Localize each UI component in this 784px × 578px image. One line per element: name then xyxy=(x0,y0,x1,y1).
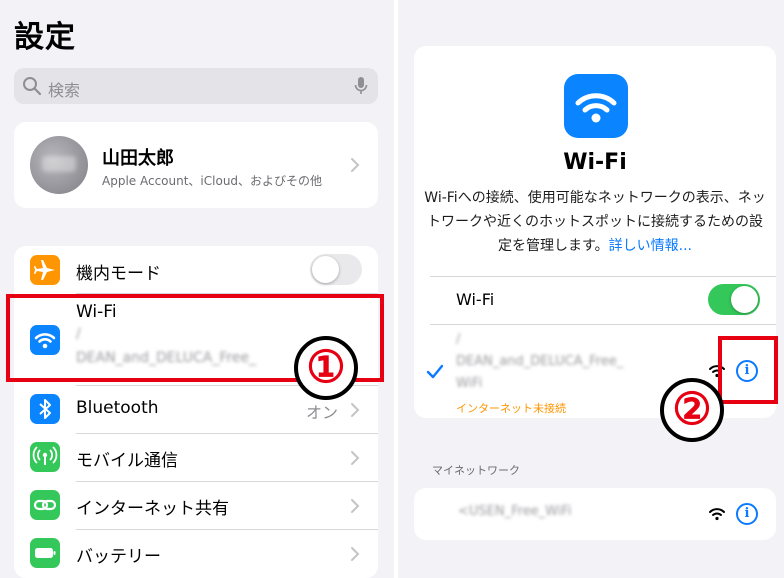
annotation-marker: ② xyxy=(660,378,724,442)
settings-item-hotspot[interactable]: インターネット共有 xyxy=(14,482,378,530)
wifi-description: Wi-Fiへの接続、使用可能なネットワークの表示、ネットワークや近くのホットスポ… xyxy=(424,186,766,258)
connection-status: インターネット未接続 xyxy=(456,402,566,415)
checkmark-icon xyxy=(426,364,444,379)
bluetooth-status: オン xyxy=(306,403,339,422)
account-name: 山田太郎 xyxy=(102,148,174,169)
chevron-right-icon xyxy=(351,158,360,172)
settings-item-label: インターネット共有 xyxy=(76,499,229,519)
section-header: マイネットワーク xyxy=(432,464,520,477)
description-text: Wi-Fiへの接続、使用可能なネットワークの表示、ネットワークや近くのホットスポ… xyxy=(424,190,766,254)
search-icon xyxy=(23,77,42,96)
settings-item-mobile[interactable]: モバイル通信 xyxy=(14,434,378,482)
wifi-toggle-label: Wi-Fi xyxy=(456,290,495,309)
network-name: DEAN_and_DELUCA_Free_ xyxy=(456,354,624,369)
battery-icon xyxy=(30,538,60,568)
chevron-right-icon xyxy=(351,451,360,465)
highlight-box xyxy=(718,336,778,404)
microphone-icon[interactable] xyxy=(354,77,368,95)
info-icon[interactable]: i xyxy=(736,503,758,525)
airplane-mode-toggle[interactable] xyxy=(310,254,362,285)
divider xyxy=(430,324,776,325)
settings-item-label: 機内モード xyxy=(76,264,161,284)
learn-more-link[interactable]: 詳しい情報... xyxy=(609,238,692,254)
account-subtitle: Apple Account、iCloud、およびその他 xyxy=(102,174,323,188)
search-bar[interactable]: 検索 xyxy=(14,68,378,104)
settings-panel: 設定 検索 山田太郎 Apple Account、iCloud、およびその他 機… xyxy=(0,0,394,578)
airplane-icon xyxy=(30,255,60,285)
chevron-right-icon xyxy=(351,547,360,561)
settings-item-label: Bluetooth xyxy=(76,398,159,418)
search-input[interactable]: 検索 xyxy=(48,77,80,101)
wifi-icon xyxy=(564,74,628,138)
settings-item-label: バッテリー xyxy=(76,547,161,567)
wifi-title: Wi-Fi xyxy=(563,150,627,175)
my-network-row[interactable]: <USEN_Free_WiFi i xyxy=(414,488,776,540)
network-name: <USEN_Free_WiFi xyxy=(458,504,572,519)
wifi-toggle[interactable] xyxy=(708,284,760,315)
network-name: / xyxy=(456,332,461,347)
settings-item-airplane-mode[interactable]: 機内モード xyxy=(14,246,378,294)
divider xyxy=(430,276,776,277)
chevron-right-icon xyxy=(351,403,360,417)
bluetooth-icon xyxy=(30,394,60,424)
antenna-icon xyxy=(30,442,60,472)
wifi-panel: Wi-Fi Wi-Fiへの接続、使用可能なネットワークの表示、ネットワークや近く… xyxy=(398,0,784,578)
settings-item-battery[interactable]: バッテリー xyxy=(14,530,378,578)
page-title: 設定 xyxy=(14,20,76,55)
chevron-right-icon xyxy=(351,499,360,513)
avatar xyxy=(30,136,88,194)
network-name: WiFi xyxy=(456,376,483,391)
wifi-signal-icon xyxy=(709,508,725,521)
annotation-marker: ① xyxy=(294,336,358,400)
settings-item-label: モバイル通信 xyxy=(76,451,178,471)
account-card[interactable]: 山田太郎 Apple Account、iCloud、およびその他 xyxy=(14,122,378,208)
link-icon xyxy=(30,490,60,520)
